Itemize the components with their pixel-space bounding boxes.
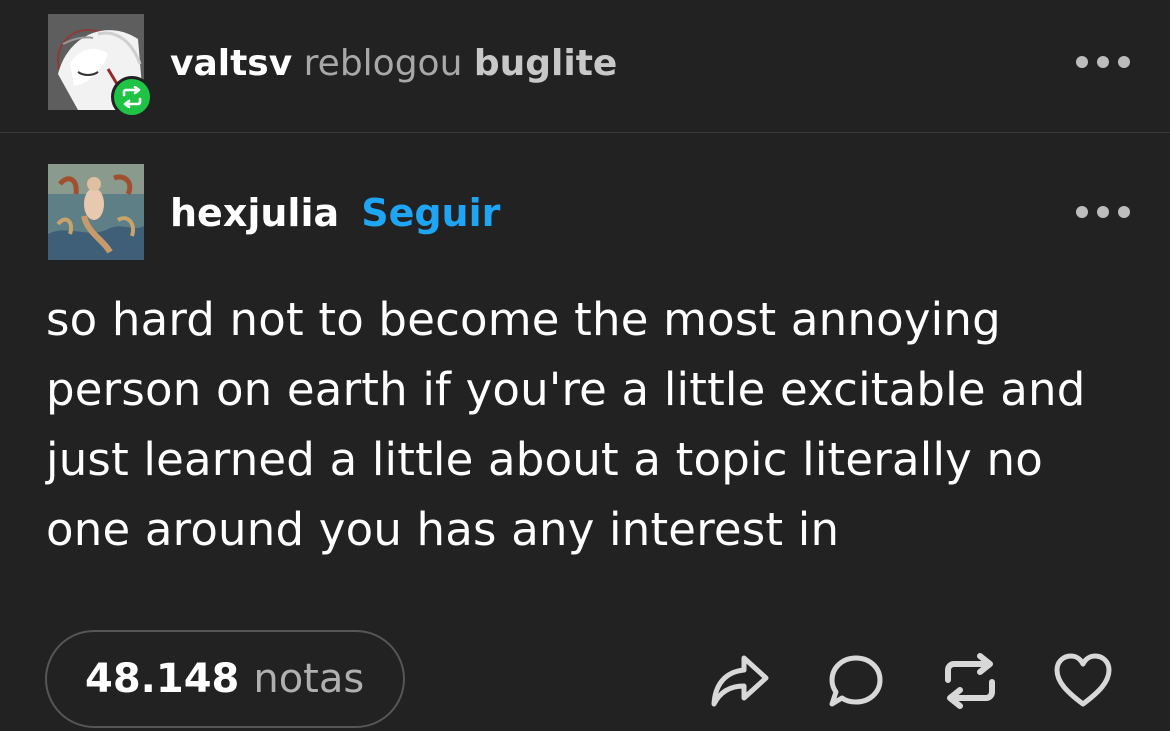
more-horizontal-icon[interactable] [1075, 205, 1131, 219]
reply-icon[interactable] [826, 652, 886, 710]
follow-button[interactable]: Seguir [361, 191, 500, 235]
reblog-icon [122, 86, 142, 108]
reblogger-name[interactable]: valtsv [170, 43, 292, 84]
reblog-header: valtsv reblogou buglite [0, 0, 1170, 133]
share-icon[interactable] [710, 652, 770, 710]
author-avatar[interactable] [48, 164, 144, 260]
reblog-badge [111, 76, 153, 118]
author-avatar-image [48, 164, 144, 260]
reblog-attribution: valtsv reblogou buglite [170, 38, 617, 90]
notes-label: notas [253, 656, 365, 702]
notes-count: 48.148 [85, 656, 240, 702]
author-name[interactable]: hexjulia [170, 191, 339, 235]
reblog-icon[interactable] [940, 652, 1000, 710]
author-attribution: hexjulia Seguir [170, 188, 500, 238]
post-header: hexjulia Seguir [0, 133, 1170, 273]
notes-button[interactable]: 48.148 notas [45, 630, 405, 728]
more-horizontal-icon[interactable] [1075, 55, 1131, 69]
reblog-verb: reblogou [303, 43, 463, 84]
post-text: so hard not to become the most annoying … [46, 293, 1086, 556]
heart-icon[interactable] [1053, 652, 1113, 710]
reblog-source-name[interactable]: buglite [474, 43, 617, 84]
